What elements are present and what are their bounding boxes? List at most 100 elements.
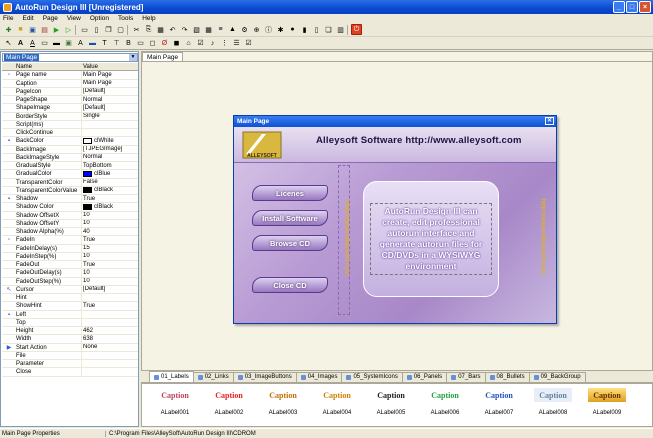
shape-icon[interactable]: ◻ [147, 38, 158, 49]
menu-help[interactable]: Help [142, 15, 155, 22]
property-value[interactable]: Normal [82, 154, 138, 161]
gallery-item[interactable]: Caption ALabel004 [310, 384, 364, 424]
property-value[interactable] [82, 121, 138, 128]
tab-02_links[interactable]: 02_Links [192, 372, 234, 382]
gallery-item[interactable]: Caption ALabel007 [472, 384, 526, 424]
minimize-button[interactable]: _ [613, 1, 625, 13]
cut-icon[interactable]: ✂ [131, 24, 142, 35]
property-row[interactable]: TransparentColor False [2, 178, 138, 187]
export-icon[interactable]: ▤ [39, 24, 50, 35]
property-value[interactable] [82, 352, 138, 359]
tab-main-page[interactable]: Main Page [142, 52, 184, 61]
property-value[interactable]: True [82, 302, 138, 309]
chevron-down-icon[interactable]: ▼ [129, 54, 137, 61]
property-row[interactable]: Height 462 [2, 327, 138, 336]
property-value[interactable]: Main Page [82, 80, 138, 87]
tab-05_systemicons[interactable]: 05_SystemIcons [341, 372, 403, 382]
bitmap-text-icon[interactable]: ⊤ [111, 38, 122, 49]
property-row[interactable]: Hint [2, 294, 138, 303]
property-value[interactable] [82, 129, 138, 136]
align-icon[interactable]: ≡ [215, 24, 226, 35]
property-row[interactable]: ▪ Shadow True [2, 195, 138, 204]
property-value[interactable] [82, 360, 138, 367]
gallery-item[interactable]: Caption ALabel009 [580, 384, 634, 424]
property-row[interactable]: File [2, 351, 138, 360]
page-icon[interactable]: ▭ [79, 24, 90, 35]
install-software-button[interactable]: Install Software [252, 210, 328, 226]
property-value[interactable]: 10 [82, 278, 138, 285]
object-selector[interactable]: Main Page ▼ [2, 53, 138, 62]
property-value[interactable]: 10 [82, 212, 138, 219]
play-icon[interactable]: ▶ [51, 24, 62, 35]
gallery-item[interactable]: Caption ALabel006 [418, 384, 472, 424]
property-row[interactable]: ShowHint True [2, 302, 138, 311]
lock-icon[interactable]: ▲ [227, 24, 238, 35]
check-icon[interactable]: ☑ [243, 38, 254, 49]
property-value[interactable]: clBlack [82, 203, 138, 210]
property-row[interactable]: Script(ms) [2, 120, 138, 129]
property-value[interactable] [82, 311, 138, 318]
label-icon[interactable]: A [15, 38, 26, 49]
property-value[interactable]: [Default] [82, 88, 138, 95]
property-value[interactable]: True [82, 195, 138, 202]
tab-09_backgroup[interactable]: 09_BackGroup [528, 372, 586, 382]
pointer-icon[interactable]: ↖ [3, 38, 14, 49]
new-icon[interactable]: ✚ [3, 24, 14, 35]
property-value[interactable]: 40 [82, 228, 138, 235]
property-value[interactable] [82, 368, 138, 375]
media-icon[interactable]: ◼ [171, 38, 182, 49]
property-value[interactable]: Single [82, 113, 138, 120]
property-value[interactable]: clBlack [82, 187, 138, 194]
save-icon[interactable]: ▣ [27, 24, 38, 35]
gallery-item[interactable]: Caption ALabel001 [148, 384, 202, 424]
property-value[interactable]: [TJPEGImage] [82, 146, 138, 153]
property-row[interactable]: FadeInStep(%) 10 [2, 252, 138, 261]
property-row[interactable]: Top [2, 318, 138, 327]
page-view-icon[interactable]: ▯ [311, 24, 322, 35]
property-row[interactable]: ClickContinue [2, 129, 138, 138]
property-row[interactable]: ▶ Start Action None [2, 343, 138, 352]
rich-text-icon[interactable]: B [123, 38, 134, 49]
property-row[interactable]: ▪ Left [2, 310, 138, 319]
grid-icon[interactable]: ▦ [203, 24, 214, 35]
tab-04_images[interactable]: 04_Images [295, 372, 343, 382]
property-row[interactable]: FadeOutDelay(s) 10 [2, 269, 138, 278]
web-icon[interactable]: ⌂ [183, 38, 194, 49]
property-value[interactable]: Normal [82, 96, 138, 103]
property-row[interactable]: GradualColor clBlue [2, 170, 138, 179]
property-row[interactable]: Shadow Color clBlack [2, 203, 138, 212]
property-value[interactable]: 10 [82, 253, 138, 260]
arrange-icon[interactable]: ▥ [335, 24, 346, 35]
tab-01_labels[interactable]: 01_Labels [149, 371, 194, 382]
property-value[interactable]: 462 [82, 327, 138, 334]
property-row[interactable]: BackImage [TJPEGImage] [2, 145, 138, 154]
run-icon[interactable]: ▷ [63, 24, 74, 35]
property-row[interactable]: ▫ FadeIn True [2, 236, 138, 245]
redo-icon[interactable]: ↷ [179, 24, 190, 35]
property-row[interactable]: PageShape Normal [2, 96, 138, 105]
vertical-link-left[interactable]: http://www.alleysoft.com [338, 165, 351, 315]
book-icon[interactable]: ▮ [299, 24, 310, 35]
menu-page[interactable]: Page [43, 15, 58, 22]
property-value[interactable]: 15 [82, 245, 138, 252]
property-value[interactable] [82, 319, 138, 326]
property-value[interactable]: True [82, 236, 138, 243]
property-value[interactable]: Main Page [82, 71, 138, 78]
pages-icon[interactable]: ❏ [323, 24, 334, 35]
link-icon[interactable]: A [27, 38, 38, 49]
menu-tools[interactable]: Tools [118, 15, 133, 22]
page-delete-icon[interactable]: ▢ [115, 24, 126, 35]
menu-option[interactable]: Option [90, 15, 109, 22]
menu-file[interactable]: File [3, 15, 13, 22]
page-add-icon[interactable]: ▯ [91, 24, 102, 35]
browse-cd-button[interactable]: Browse CD [252, 235, 328, 251]
exit-icon[interactable]: ⏻ [351, 24, 362, 35]
memo-icon[interactable]: T [99, 38, 110, 49]
gallery-item[interactable]: Caption ALabel005 [364, 384, 418, 424]
tab-03_imagebuttons[interactable]: 03_ImageButtons [232, 372, 297, 382]
copy-icon[interactable]: ⎘ [143, 24, 154, 35]
button-icon[interactable]: ▬ [51, 38, 62, 49]
property-row[interactable]: BackImageStyle Normal [2, 153, 138, 162]
property-row[interactable]: ↖ Cursor [Default] [2, 285, 138, 294]
picture-icon[interactable]: ▣ [63, 38, 74, 49]
